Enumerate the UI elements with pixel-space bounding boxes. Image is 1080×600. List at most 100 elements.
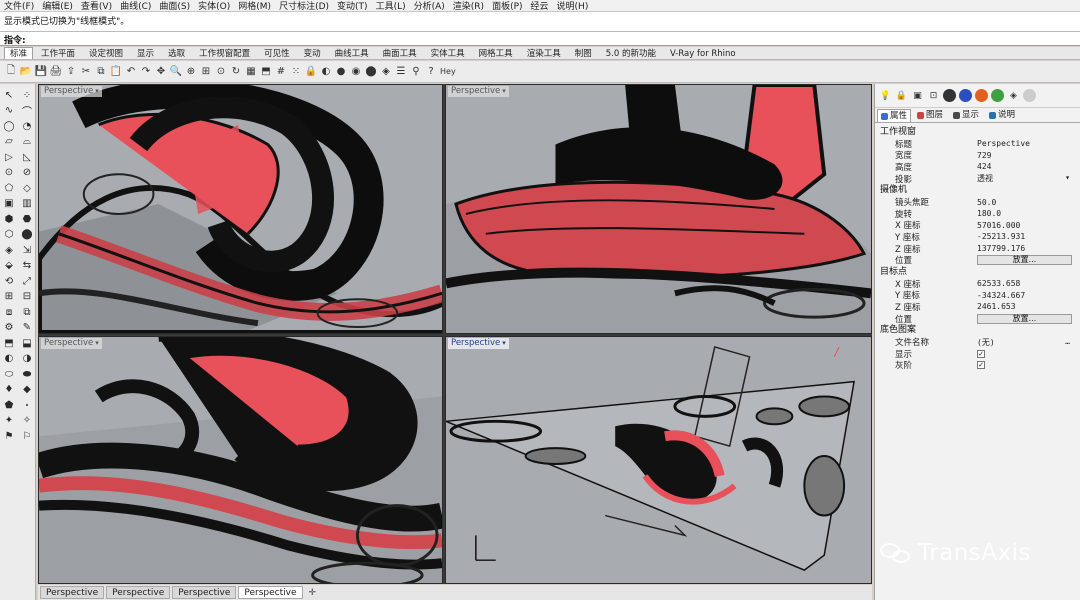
modeling-tool-icon[interactable]: ⊟ <box>20 290 34 304</box>
menu-item[interactable]: 尺寸标注(D) <box>279 0 329 12</box>
show-checkbox[interactable]: ✓ <box>977 349 985 358</box>
sphere-icon[interactable]: ⬤ <box>364 65 378 79</box>
viewport-layout-icon[interactable]: ▦ <box>244 65 258 79</box>
modeling-tool-icon[interactable]: ◈ <box>2 243 16 257</box>
modeling-tool-icon[interactable]: ⧈ <box>2 305 16 319</box>
modeling-tool-icon[interactable]: ⌒ <box>20 104 34 118</box>
viewport-label-active[interactable]: Perspective ▾ <box>448 338 509 349</box>
menu-item[interactable]: 网格(M) <box>238 0 271 12</box>
rotate-view-icon[interactable]: ↻ <box>229 65 243 79</box>
modeling-tool-icon[interactable]: ⬤ <box>20 228 34 242</box>
menu-item[interactable]: 渲染(R) <box>453 0 484 12</box>
modeling-tool-icon[interactable]: ↖ <box>2 88 16 102</box>
modeling-tool-icon[interactable]: ⟲ <box>2 274 16 288</box>
cut-icon[interactable]: ✂ <box>79 65 93 79</box>
viewport-label[interactable]: Perspective ▾ <box>41 338 102 349</box>
zoom-extents-icon[interactable]: ⊞ <box>199 65 213 79</box>
toolbar-tab[interactable]: 显示 <box>131 47 160 59</box>
viewport-bottom-left[interactable]: Perspective ▾ <box>38 336 443 584</box>
redo-icon[interactable]: ↷ <box>139 65 153 79</box>
modeling-tool-icon[interactable]: ▥ <box>20 197 34 211</box>
modeling-tool-icon[interactable]: ◺ <box>20 150 34 164</box>
tab-properties[interactable]: 属性 <box>877 109 912 122</box>
modeling-tool-icon[interactable]: ∿ <box>2 104 16 118</box>
modeling-tool-icon[interactable]: ⊙ <box>2 166 16 180</box>
modeling-tool-icon[interactable]: ◐ <box>2 352 16 366</box>
toolbar-tab[interactable]: 网格工具 <box>473 47 519 59</box>
modeling-tool-icon[interactable]: ⇲ <box>20 243 34 257</box>
material-icon[interactable] <box>959 89 972 102</box>
menu-item[interactable]: 面板(P) <box>492 0 522 12</box>
menu-item[interactable]: 实体(O) <box>198 0 230 12</box>
viewport-top-left[interactable]: Perspective ▾ <box>38 84 443 334</box>
viewport-tab[interactable]: Perspective <box>172 586 237 599</box>
sphere-icon[interactable] <box>943 89 956 102</box>
gray-checkbox[interactable]: ✓ <box>977 361 985 370</box>
menu-item[interactable]: 曲线(C) <box>120 0 151 12</box>
modeling-tool-icon[interactable]: ⌓ <box>20 135 34 149</box>
toolbar-tab[interactable]: 标准 <box>4 47 34 59</box>
modeling-tool-icon[interactable]: ♦ <box>2 383 16 397</box>
modeling-tool-icon[interactable]: ◇ <box>20 181 34 195</box>
modeling-tool-icon[interactable]: ⬬ <box>20 367 34 381</box>
modeling-tool-icon[interactable]: ◆ <box>20 383 34 397</box>
lock-icon[interactable]: 🔒 <box>304 65 318 79</box>
viewport-label[interactable]: Perspective ▾ <box>41 86 102 97</box>
ground-icon[interactable] <box>1023 89 1036 102</box>
toolbar-tab[interactable]: 5.0 的新功能 <box>600 47 662 59</box>
tab-layers[interactable]: 图层 <box>913 109 947 122</box>
help-icon[interactable]: ? <box>424 65 438 79</box>
zoom-window-icon[interactable]: ⊕ <box>184 65 198 79</box>
render-icon[interactable] <box>975 89 988 102</box>
save-icon[interactable]: 💾 <box>34 65 48 79</box>
viewport-tab[interactable]: Perspective <box>40 586 105 599</box>
modeling-tool-icon[interactable]: ⬣ <box>20 212 34 226</box>
modeling-tool-icon[interactable]: ⬟ <box>2 398 16 412</box>
toolbar-tab[interactable]: 变动 <box>298 47 327 59</box>
menu-item[interactable]: 编辑(E) <box>42 0 73 12</box>
viewport-label[interactable]: Perspective ▾ <box>448 86 509 97</box>
tab-display[interactable]: 显示 <box>949 109 983 122</box>
toolbar-tab[interactable]: 工作平面 <box>35 47 81 59</box>
toolbar-tab[interactable]: 设定视图 <box>83 47 129 59</box>
modeling-tool-icon[interactable]: ⧉ <box>20 305 34 319</box>
file-select[interactable]: (无)… <box>977 337 1072 348</box>
modeling-tool-icon[interactable]: ⬢ <box>2 212 16 226</box>
modeling-tool-icon[interactable]: ⚑ <box>2 429 16 443</box>
modeling-tool-icon[interactable]: ◔ <box>20 119 34 133</box>
modeling-tool-icon[interactable]: ⬒ <box>2 336 16 350</box>
modeling-tool-icon[interactable]: ✦ <box>2 414 16 428</box>
viewport-bottom-right[interactable]: Perspective ▾ <box>445 336 872 584</box>
modeling-tool-icon[interactable]: ▷ <box>2 150 16 164</box>
display-icon[interactable]: ▣ <box>911 89 924 102</box>
points-icon[interactable]: ⁙ <box>289 65 303 79</box>
menu-item[interactable]: 变动(T) <box>337 0 368 12</box>
menu-item[interactable]: 经云 <box>531 0 549 12</box>
viewport-tab-active[interactable]: Perspective <box>238 586 303 599</box>
add-viewport-icon[interactable]: ✛ <box>309 588 317 598</box>
layer-icon[interactable]: ◈ <box>379 65 393 79</box>
modeling-tool-icon[interactable]: ⬙ <box>2 259 16 273</box>
properties-icon[interactable]: ☰ <box>394 65 408 79</box>
modeling-tool-icon[interactable]: ✧ <box>20 414 34 428</box>
modeling-tool-icon[interactable]: ⁘ <box>20 88 34 102</box>
toolbar-tab[interactable]: 渲染工具 <box>521 47 567 59</box>
paste-icon[interactable]: 📋 <box>109 65 123 79</box>
material-icon[interactable]: ◉ <box>349 65 363 79</box>
environment-icon[interactable] <box>991 89 1004 102</box>
modeling-tool-icon[interactable]: ⇆ <box>20 259 34 273</box>
zoom-icon[interactable]: 🔍 <box>169 65 183 79</box>
toolbar-tab[interactable]: 选取 <box>162 47 191 59</box>
modeling-tool-icon[interactable]: ⤢ <box>20 274 34 288</box>
render-icon[interactable]: ● <box>334 65 348 79</box>
modeling-tool-icon[interactable]: ⬠ <box>2 181 16 195</box>
shade-icon[interactable]: ◐ <box>319 65 333 79</box>
light-icon[interactable]: 💡 <box>879 89 892 102</box>
modeling-tool-icon[interactable]: ▣ <box>2 197 16 211</box>
modeling-tool-icon[interactable]: ⊘ <box>20 166 34 180</box>
menu-item[interactable]: 说明(H) <box>557 0 589 12</box>
toolbar-tab[interactable]: 可见性 <box>258 47 296 59</box>
import-icon[interactable]: ⇪ <box>64 65 78 79</box>
modeling-tool-icon[interactable]: ⬓ <box>20 336 34 350</box>
undo-icon[interactable]: ↶ <box>124 65 138 79</box>
